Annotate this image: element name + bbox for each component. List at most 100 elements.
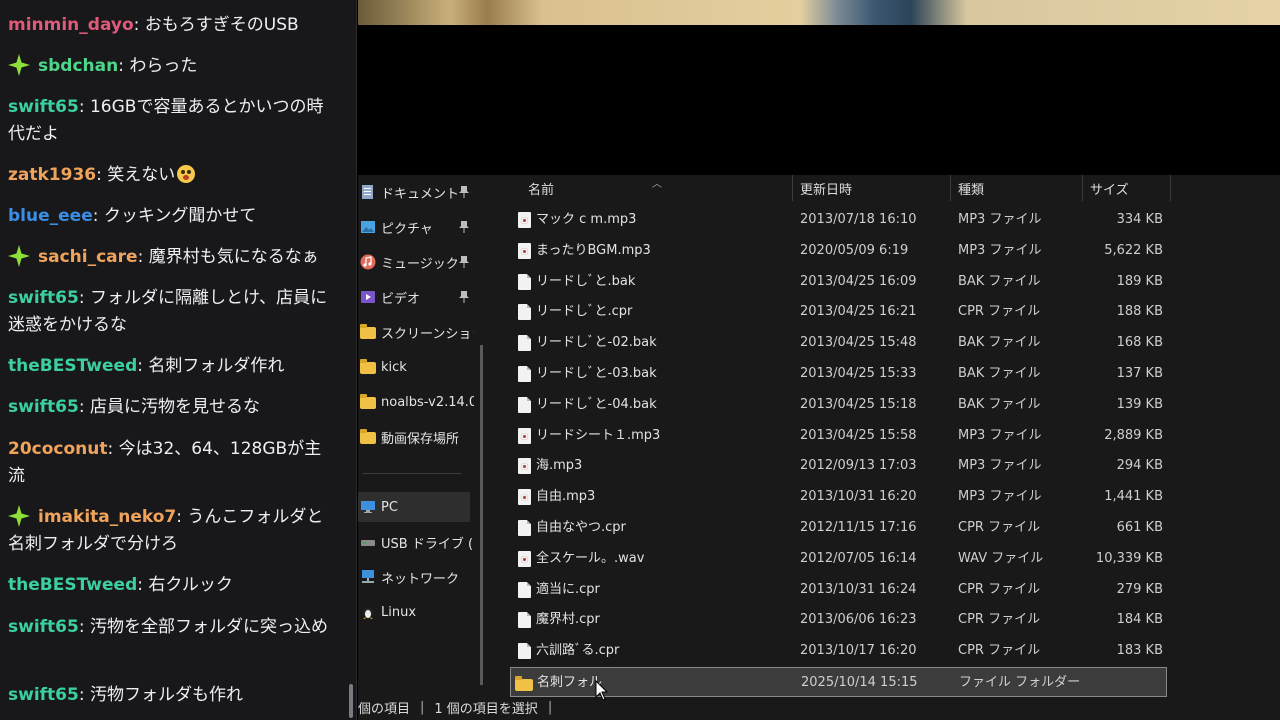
nav-item-pictures[interactable]: ピクチャ — [358, 212, 474, 242]
media-file-icon — [518, 242, 531, 259]
chat-message: sbdchan: わらった — [8, 53, 338, 80]
file-type: BAK ファイル — [958, 366, 1041, 381]
chat-username[interactable]: theBESTweed — [8, 575, 137, 595]
chat-username[interactable]: zatk1936 — [8, 165, 96, 185]
chat-username[interactable]: theBESTweed — [8, 356, 137, 376]
nav-label: ビデオ — [381, 291, 421, 307]
file-row[interactable]: 全スケール。.wav 2012/07/05 16:14 WAV ファイル 10,339… — [510, 544, 1167, 574]
file-row[interactable]: マック c m.mp3 2013/07/18 16:10 MP3 ファイル 334 K… — [510, 205, 1167, 235]
navigation-pane: ドキュメント ピクチャ ミュージック ビデオ スクリーンショット kick — [358, 175, 483, 695]
file-name: リードしﾞと.cpr — [536, 304, 633, 320]
file-row[interactable]: リードしﾞと-02.bak 2013/04/25 15:48 BAK ファイル 168… — [510, 328, 1167, 358]
file-row[interactable]: リードしﾞと.cpr 2013/04/25 16:21 CPR ファイル 188 KB — [510, 297, 1167, 327]
file-size: 10,339 KB — [1095, 550, 1163, 566]
column-divider[interactable] — [950, 175, 951, 201]
nav-label: ドキュメント — [381, 186, 460, 202]
file-icon — [518, 520, 531, 536]
column-header-date[interactable]: 更新日時 — [800, 175, 950, 201]
pin-icon[interactable] — [458, 220, 470, 234]
file-row[interactable]: 六訓路ﾞる.cpr 2013/10/17 16:20 CPR ファイル 183 KB — [510, 636, 1167, 666]
pin-icon[interactable] — [458, 185, 470, 199]
column-divider[interactable] — [1170, 175, 1171, 201]
chat-username[interactable]: swift65 — [8, 288, 79, 308]
chat-username[interactable]: 20coconut — [8, 439, 108, 459]
chat-username[interactable]: swift65 — [8, 97, 79, 117]
nav-item-linux[interactable]: Linux — [358, 597, 474, 627]
file-row[interactable]: 魔界村.cpr 2013/06/06 16:23 CPR ファイル 184 KB — [510, 605, 1167, 635]
file-name: まったりBGM.mp3 — [536, 242, 651, 258]
file-icon — [518, 581, 531, 598]
chat-username[interactable]: swift65 — [8, 617, 79, 637]
chat-username[interactable]: sbdchan — [38, 56, 118, 76]
chat-scrollbar[interactable] — [349, 684, 353, 718]
file-row[interactable]: まったりBGM.mp3 2020/05/09 6:19 MP3 ファイル 5,622 … — [510, 236, 1167, 266]
file-type: BAK ファイル — [958, 396, 1041, 412]
media-file-icon — [518, 212, 531, 228]
column-divider[interactable] — [792, 175, 793, 201]
chat-panel: minmin_dayo: おもろすぎそのUSB sbdchan: わらった sw… — [0, 0, 357, 720]
file-row[interactable]: 自由.mp3 2013/10/31 16:20 MP3 ファイル 1,441 KB — [510, 482, 1167, 512]
nav-item-screenshots[interactable]: スクリーンショット — [358, 317, 474, 347]
file-size: 183 KB — [1116, 643, 1163, 659]
file-type: WAV ファイル — [958, 550, 1044, 566]
chat-message: swift65: 汚物を全部フォルダに突っ込め — [8, 614, 338, 641]
file-size: 661 KB — [1116, 520, 1163, 535]
chat-message: imakita_neko7: うんこフォルダと名刺フォルダで分けろ — [8, 504, 338, 558]
black-area — [358, 25, 1280, 175]
media-file-icon — [518, 458, 531, 475]
file-row[interactable]: 自由なやつ.cpr 2012/11/15 17:16 CPR ファイル 661 KB — [510, 513, 1167, 543]
column-header-type[interactable]: 種類 — [958, 175, 1078, 201]
pin-icon[interactable] — [458, 255, 470, 269]
nav-label: ミュージック — [381, 256, 459, 272]
file-type: MP3 ファイル — [958, 458, 1042, 474]
pin-icon[interactable] — [458, 290, 470, 304]
column-header-size[interactable]: サイズ — [1090, 175, 1170, 201]
file-row[interactable]: リードしﾞと-03.bak 2013/04/25 15:33 BAK ファイル 137… — [510, 359, 1167, 389]
chat-username[interactable]: swift65 — [8, 685, 79, 705]
file-row[interactable]: リードしﾞと.bak 2013/04/25 16:09 BAK ファイル 189 KB — [510, 267, 1167, 297]
nav-item-usb-drive[interactable]: USB ドライブ (E:) — [358, 527, 474, 557]
nav-item-noalbs[interactable]: noalbs-v2.14.0-› — [358, 387, 474, 417]
folder-icon — [360, 359, 376, 374]
nav-label: ネットワーク — [381, 571, 460, 587]
file-row[interactable]: リードしﾞと-04.bak 2013/04/25 15:18 BAK ファイル 139… — [510, 390, 1167, 420]
chat-text: : 汚物フォルダも作れ — [78, 685, 243, 705]
media-file-icon — [518, 550, 531, 567]
file-name: 海.mp3 — [536, 458, 583, 474]
file-date: 2013/07/18 16:10 — [800, 212, 917, 227]
pictures-icon — [360, 219, 376, 235]
chat-username[interactable]: blue_eee — [8, 206, 93, 226]
nav-label: USB ドライブ (E:) — [381, 536, 474, 552]
chat-username[interactable]: sachi_care — [38, 247, 138, 267]
selection-text: 1 個の項目を選択 — [434, 702, 538, 717]
nav-label: Linux — [381, 604, 417, 620]
nav-item-pc[interactable]: PC — [358, 492, 470, 522]
column-divider[interactable] — [1082, 175, 1083, 201]
column-label: 更新日時 — [800, 182, 853, 198]
file-name: リードしﾞと.bak — [536, 273, 636, 289]
file-name: リードしﾞと-03.bak — [536, 366, 657, 381]
file-date: 2012/07/05 16:14 — [800, 550, 917, 566]
file-icon — [518, 273, 531, 290]
nav-item-videos[interactable]: ビデオ — [358, 282, 474, 312]
nav-item-kick[interactable]: kick — [358, 352, 474, 382]
file-row[interactable]: 海.mp3 2012/09/13 17:03 MP3 ファイル 294 KB — [510, 451, 1167, 481]
file-row[interactable]: リードシート１.mp3 2013/04/25 15:58 MP3 ファイル 2,889… — [510, 421, 1167, 451]
sparkle-badge-icon — [8, 245, 30, 267]
file-type: CPR ファイル — [958, 304, 1041, 320]
media-file-icon — [518, 427, 531, 444]
file-date: 2013/04/25 15:33 — [800, 366, 917, 381]
nav-item-video-storage[interactable]: 動画保存場所 — [358, 422, 474, 452]
chat-message: theBESTweed: 右クルック — [8, 572, 338, 599]
chat-username[interactable]: swift65 — [8, 397, 79, 417]
file-date: 2025/10/14 15:15 — [801, 675, 918, 690]
file-row[interactable]: 適当に.cpr 2013/10/31 16:24 CPR ファイル 279 KB — [510, 575, 1167, 605]
chat-username[interactable]: imakita_neko7 — [38, 507, 176, 527]
linux-icon — [360, 604, 376, 620]
file-icon — [518, 335, 531, 352]
nav-scrollbar[interactable] — [480, 345, 483, 685]
chat-username[interactable]: minmin_dayo — [8, 15, 134, 35]
nav-item-documents[interactable]: ドキュメント — [358, 177, 474, 207]
nav-item-music[interactable]: ミュージック — [358, 247, 474, 277]
nav-item-network[interactable]: ネットワーク — [358, 562, 474, 592]
